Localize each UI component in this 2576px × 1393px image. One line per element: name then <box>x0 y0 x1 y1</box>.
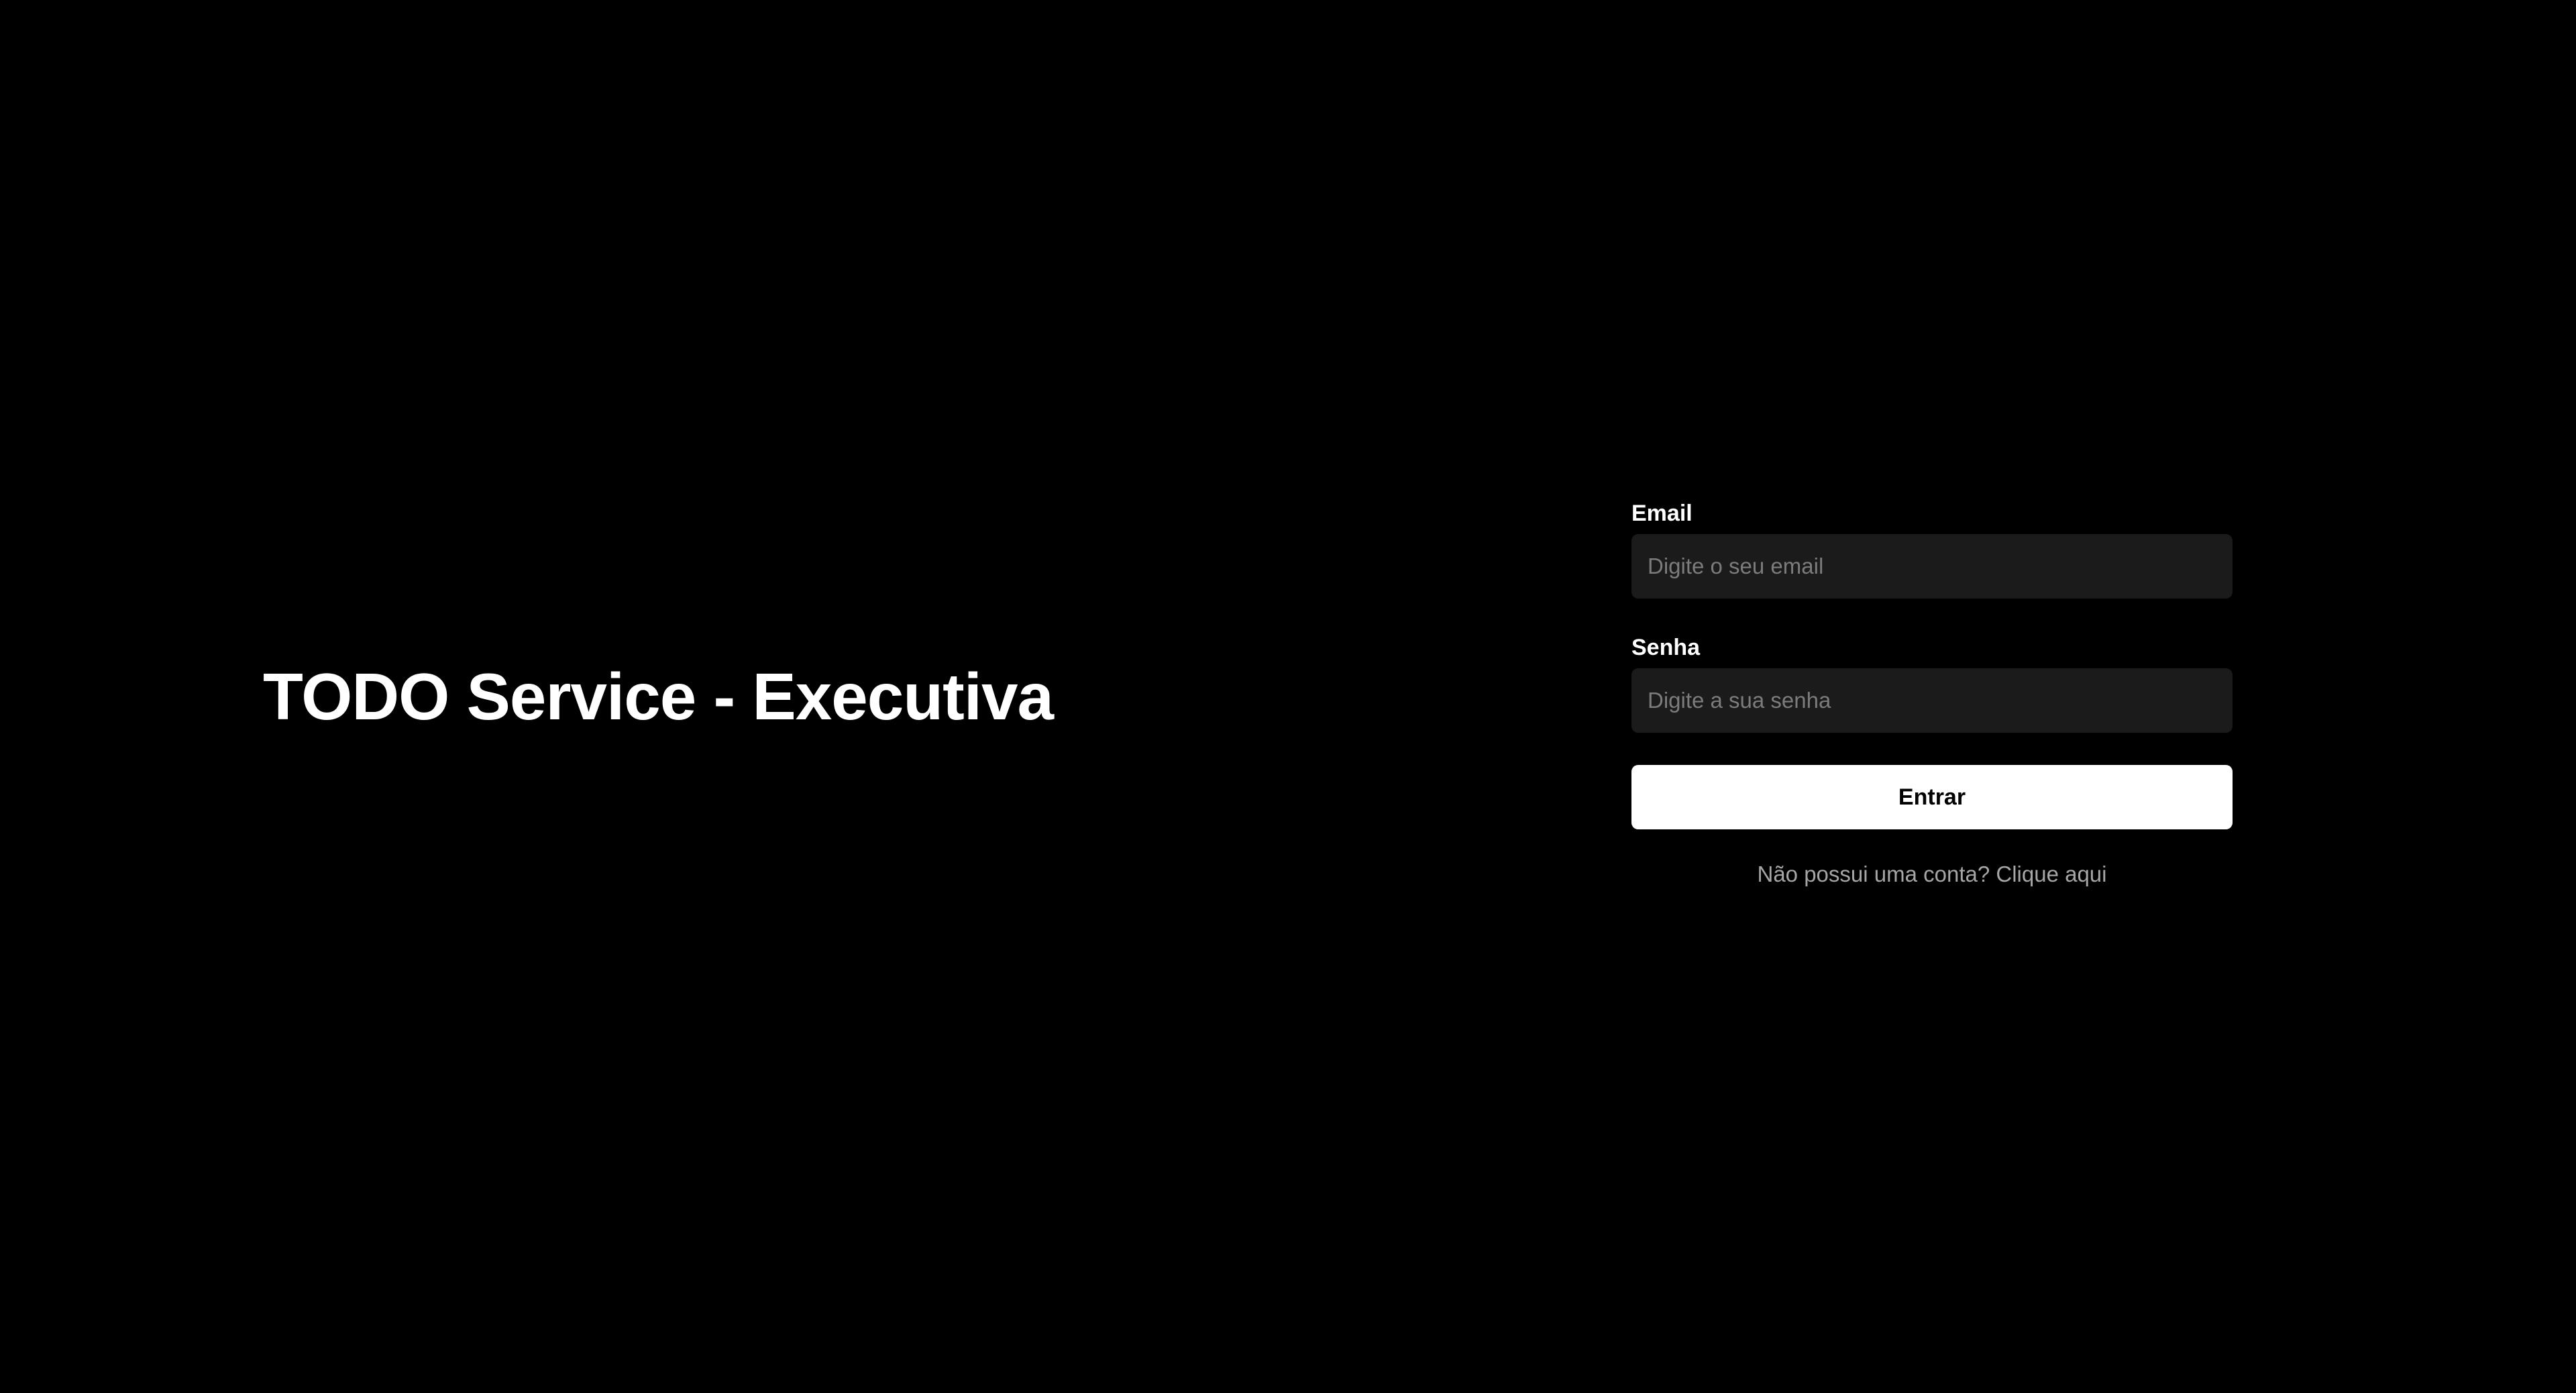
password-label: Senha <box>1631 635 1701 660</box>
login-page: TODO Service - Executiva Email Senha Ent… <box>0 0 2576 1393</box>
login-button[interactable]: Entrar <box>1631 765 2233 829</box>
email-label: Email <box>1631 501 1693 526</box>
password-field[interactable] <box>1631 668 2233 733</box>
email-field[interactable] <box>1631 534 2233 599</box>
page-title: TODO Service - Executiva <box>263 660 1054 733</box>
email-field-group: Email <box>1631 497 2233 599</box>
login-form: Email Senha Entrar Não possui uma conta?… <box>1631 497 2233 890</box>
signup-link[interactable]: Não possui uma conta? Clique aqui <box>1631 859 2233 890</box>
password-field-group: Senha <box>1631 631 2233 733</box>
